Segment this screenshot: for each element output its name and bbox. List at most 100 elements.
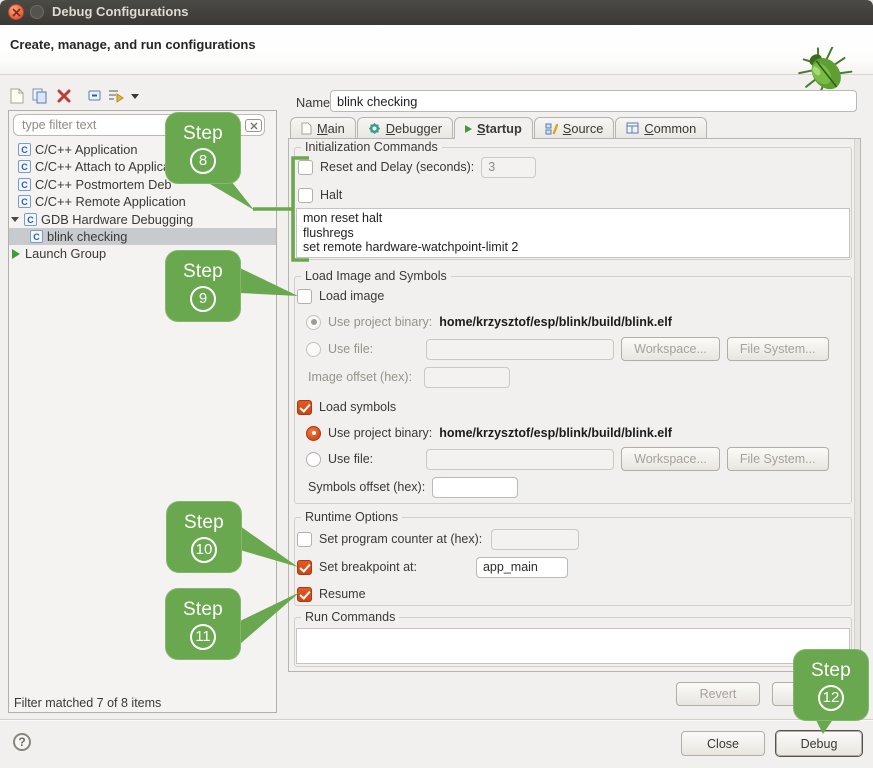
tab-source[interactable]: Source bbox=[534, 117, 615, 138]
tab-common[interactable]: Common bbox=[615, 117, 707, 138]
halt-label: Halt bbox=[320, 188, 342, 202]
group-title: Load Image and Symbols bbox=[301, 269, 451, 283]
symbols-use-project-binary-label: Use project binary: bbox=[328, 426, 432, 440]
run-commands-textarea[interactable] bbox=[296, 628, 850, 664]
tab-startup[interactable]: Startup bbox=[454, 117, 533, 139]
step-8-callout: Step 8 bbox=[165, 112, 241, 184]
step-10-callout: Step 10 bbox=[166, 501, 242, 573]
step-number-badge: 10 bbox=[191, 537, 217, 563]
load-image-checkbox[interactable] bbox=[297, 289, 312, 304]
image-use-file-label: Use file: bbox=[328, 342, 373, 356]
c-app-icon: C bbox=[18, 195, 31, 208]
page-icon bbox=[301, 122, 312, 135]
image-file-input[interactable] bbox=[426, 339, 614, 360]
set-program-counter-label: Set program counter at (hex): bbox=[319, 532, 482, 546]
new-configuration-icon[interactable] bbox=[8, 87, 26, 105]
symbols-filesystem-button[interactable]: File System... bbox=[727, 447, 829, 471]
breakpoint-input[interactable] bbox=[476, 557, 568, 578]
footer-separator bbox=[0, 719, 873, 720]
set-breakpoint-label: Set breakpoint at: bbox=[319, 560, 417, 574]
load-image-label: Load image bbox=[319, 289, 384, 303]
step-number-badge: 8 bbox=[190, 148, 216, 174]
play-icon bbox=[465, 125, 472, 133]
step-number-badge: 12 bbox=[818, 685, 844, 711]
reset-delay-input[interactable] bbox=[481, 157, 536, 178]
dialog-header: Create, manage, and run configurations bbox=[0, 25, 873, 75]
symbols-workspace-button[interactable]: Workspace... bbox=[621, 447, 720, 471]
initialization-commands-textarea[interactable] bbox=[296, 208, 850, 258]
step-12-callout: Step 12 bbox=[793, 649, 869, 721]
tree-item-cpp-remote[interactable]: C C/C++ Remote Application bbox=[9, 193, 276, 210]
source-icon bbox=[545, 122, 558, 135]
expander-icon[interactable] bbox=[11, 217, 19, 222]
set-breakpoint-checkbox[interactable] bbox=[297, 560, 312, 575]
debug-configurations-dialog: Debug Configurations Create, manage, and… bbox=[0, 0, 873, 768]
reset-and-delay-label: Reset and Delay (seconds): bbox=[320, 160, 474, 174]
dropdown-arrow-icon[interactable] bbox=[126, 87, 144, 105]
load-symbols-checkbox[interactable] bbox=[297, 400, 312, 415]
play-icon bbox=[12, 249, 20, 259]
image-use-project-binary-label: Use project binary: bbox=[328, 315, 432, 329]
c-app-icon: C bbox=[18, 178, 31, 191]
tab-main[interactable]: Main bbox=[290, 117, 356, 138]
c-app-icon: C bbox=[18, 143, 31, 156]
close-button[interactable]: Close bbox=[681, 731, 765, 756]
dialog-subtitle: Create, manage, and run configurations bbox=[10, 37, 256, 52]
tree-item-label: Launch Group bbox=[25, 246, 106, 261]
name-label: Name: bbox=[296, 95, 334, 110]
reset-and-delay-checkbox[interactable] bbox=[298, 160, 313, 175]
group-title: Runtime Options bbox=[301, 510, 402, 524]
tree-item-label: C/C++ Remote Application bbox=[35, 194, 186, 209]
step-number-badge: 9 bbox=[190, 286, 216, 312]
program-counter-input[interactable] bbox=[491, 529, 579, 550]
gear-icon bbox=[368, 122, 381, 135]
image-project-binary-path: home/krzysztof/esp/blink/build/blink.elf bbox=[439, 315, 672, 329]
resume-checkbox[interactable] bbox=[297, 587, 312, 602]
image-use-file-radio[interactable] bbox=[306, 342, 321, 357]
image-offset-input[interactable] bbox=[424, 367, 510, 388]
load-symbols-label: Load symbols bbox=[319, 400, 396, 414]
vertical-scrollbar[interactable] bbox=[854, 139, 860, 671]
step-number-badge: 11 bbox=[190, 624, 216, 650]
symbols-project-binary-path: home/krzysztof/esp/blink/build/blink.elf bbox=[439, 426, 672, 440]
window-title: Debug Configurations bbox=[52, 4, 189, 19]
tree-item-label: GDB Hardware Debugging bbox=[41, 212, 193, 227]
tree-item-blink-checking[interactable]: C blink checking bbox=[9, 228, 276, 245]
clear-filter-icon[interactable] bbox=[245, 119, 262, 132]
halt-checkbox[interactable] bbox=[298, 188, 313, 203]
symbols-file-input[interactable] bbox=[426, 449, 614, 470]
debug-button[interactable]: Debug bbox=[776, 731, 862, 756]
group-title: Run Commands bbox=[301, 610, 399, 624]
image-offset-label: Image offset (hex): bbox=[308, 370, 412, 384]
collapse-all-icon[interactable] bbox=[86, 87, 104, 105]
c-app-icon: C bbox=[18, 160, 31, 173]
tree-item-gdb-hardware-debugging[interactable]: C GDB Hardware Debugging bbox=[9, 211, 276, 228]
duplicate-icon[interactable] bbox=[31, 87, 49, 105]
filter-icon[interactable] bbox=[107, 87, 125, 105]
help-button[interactable]: ? bbox=[13, 733, 31, 751]
name-input[interactable] bbox=[330, 90, 857, 112]
set-program-counter-checkbox[interactable] bbox=[297, 532, 312, 547]
image-use-project-binary-radio[interactable] bbox=[306, 315, 321, 330]
c-app-icon: C bbox=[30, 230, 43, 243]
close-window-icon[interactable] bbox=[8, 4, 24, 20]
symbols-use-file-label: Use file: bbox=[328, 452, 373, 466]
group-title: Initialization Commands bbox=[301, 140, 442, 154]
symbols-use-project-binary-radio[interactable] bbox=[306, 426, 321, 441]
tab-bar: Main Debugger Startup Source Common bbox=[290, 117, 707, 138]
symbols-use-file-radio[interactable] bbox=[306, 452, 321, 467]
tree-item-label: C/C++ Application bbox=[35, 142, 137, 157]
minimize-window-icon[interactable] bbox=[30, 5, 44, 19]
resume-label: Resume bbox=[319, 587, 366, 601]
symbols-offset-input[interactable] bbox=[432, 477, 518, 498]
symbols-offset-label: Symbols offset (hex): bbox=[308, 480, 425, 494]
image-workspace-button[interactable]: Workspace... bbox=[621, 337, 720, 361]
revert-button[interactable]: Revert bbox=[676, 682, 760, 706]
tree-item-label: blink checking bbox=[47, 229, 127, 244]
delete-icon[interactable] bbox=[55, 87, 73, 105]
titlebar: Debug Configurations bbox=[0, 0, 873, 25]
image-filesystem-button[interactable]: File System... bbox=[727, 337, 829, 361]
tree-item-label: C/C++ Postmortem Deb bbox=[35, 177, 172, 192]
tab-debugger[interactable]: Debugger bbox=[357, 117, 453, 138]
c-app-icon: C bbox=[24, 213, 37, 226]
